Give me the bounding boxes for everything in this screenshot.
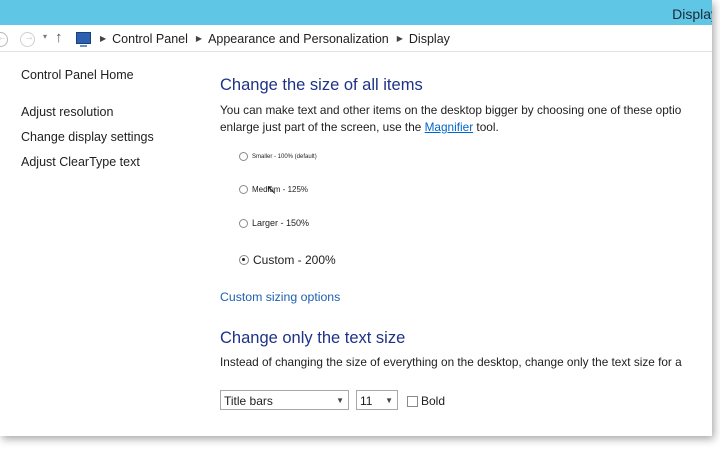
option-smaller[interactable]: Smaller - 100% (default) — [239, 152, 317, 161]
up-arrow-icon[interactable]: ↑ — [55, 29, 63, 46]
breadcrumb: ▶ Control Panel ▶ Appearance and Personaliz… — [100, 32, 458, 46]
breadcrumb-separator-icon[interactable]: ▶ — [196, 34, 202, 43]
page-title: Change the size of all items — [220, 76, 423, 94]
breadcrumb-separator-icon[interactable]: ▶ — [100, 34, 106, 43]
sidebar-control-panel-home[interactable]: Control Panel Home — [21, 68, 201, 82]
font-size-select-value: 11 — [360, 394, 373, 408]
size-description-line1: You can make text and other items on the… — [220, 103, 682, 117]
address-bar: ← → ▾ ↑ ▶ Control Panel ▶ Appearance and Pe… — [0, 26, 712, 52]
description-text: tool. — [473, 120, 499, 134]
option-label: Smaller - 100% (default) — [252, 153, 317, 160]
radio-button[interactable] — [239, 152, 248, 161]
option-custom[interactable]: Custom - 200% — [239, 253, 336, 267]
breadcrumb-control-panel[interactable]: Control Panel — [112, 32, 188, 46]
forward-arrow-icon: → — [24, 32, 34, 43]
control-panel-icon — [76, 32, 91, 47]
font-size-select[interactable]: 11 ▼ — [356, 390, 398, 410]
option-larger[interactable]: Larger - 150% — [239, 218, 309, 228]
back-arrow-icon: ← — [0, 32, 7, 43]
description-text: enlarge just part of the screen, use the — [220, 120, 425, 134]
text-size-heading: Change only the text size — [220, 329, 406, 347]
radio-button-selected[interactable] — [239, 255, 249, 265]
text-size-description: Instead of changing the size of everythi… — [220, 355, 682, 369]
radio-button[interactable] — [239, 185, 248, 194]
title-bar: Display — [0, 0, 712, 25]
recent-locations-chevron-icon[interactable]: ▾ — [43, 32, 47, 41]
option-label: Medium - 125% — [252, 185, 309, 194]
mouse-cursor-icon: ↖ — [266, 182, 277, 197]
breadcrumb-separator-icon[interactable]: ▶ — [397, 34, 403, 43]
chevron-down-icon: ▼ — [336, 396, 344, 405]
magnifier-link[interactable]: Magnifier — [425, 120, 474, 134]
chevron-down-icon: ▼ — [385, 396, 393, 405]
display-window: Display ← → ▾ ↑ ▶ Control Panel ▶ Appearanc… — [0, 0, 712, 436]
radio-button[interactable] — [239, 218, 248, 228]
breadcrumb-appearance[interactable]: Appearance and Personalization — [208, 32, 389, 46]
element-select[interactable]: Title bars ▼ — [220, 390, 349, 410]
size-description-line2: enlarge just part of the screen, use the… — [220, 119, 712, 136]
breadcrumb-display[interactable]: Display — [409, 32, 450, 46]
sidebar: Control Panel Home Adjust resolution Cha… — [21, 68, 201, 180]
bold-option[interactable]: Bold — [407, 394, 445, 408]
size-description: You can make text and other items on the… — [220, 102, 712, 136]
custom-sizing-options-link[interactable]: Custom sizing options — [220, 290, 340, 304]
back-button[interactable]: ← — [0, 32, 8, 47]
sidebar-adjust-cleartype[interactable]: Adjust ClearType text — [21, 155, 201, 169]
bold-label: Bold — [421, 394, 446, 408]
forward-button[interactable]: → — [20, 32, 35, 47]
window-title: Display — [672, 6, 712, 22]
element-select-value: Title bars — [224, 394, 273, 408]
bold-checkbox[interactable] — [407, 395, 418, 407]
option-label: Larger - 150% — [252, 218, 310, 228]
sidebar-change-display-settings[interactable]: Change display settings — [21, 130, 201, 144]
sidebar-adjust-resolution[interactable]: Adjust resolution — [21, 105, 201, 119]
option-label: Custom - 200% — [253, 253, 336, 267]
